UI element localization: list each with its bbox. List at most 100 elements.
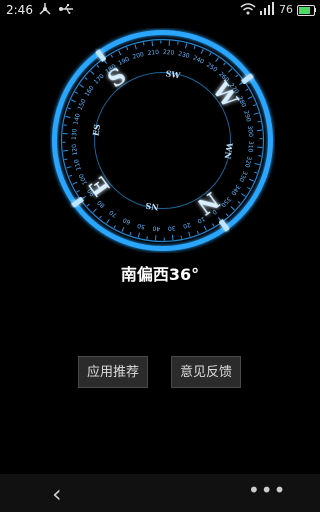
intercardinal-label: WN xyxy=(222,141,235,160)
outer-inner-ring xyxy=(60,38,265,243)
degree-tick xyxy=(142,42,145,46)
degree-tick xyxy=(184,43,188,49)
cardinal-label: W xyxy=(206,77,242,113)
status-time: 2:46 xyxy=(6,3,33,17)
feedback-button[interactable]: 意见反馈 xyxy=(171,356,241,388)
degree-tick xyxy=(215,57,219,63)
degree-label: 300 xyxy=(246,125,254,137)
degree-tick xyxy=(253,112,259,115)
degree-tick xyxy=(72,181,78,185)
degree-tick xyxy=(74,91,78,94)
degree-label: 110 xyxy=(73,158,83,171)
degree-tick xyxy=(203,225,207,231)
degree-tick xyxy=(180,235,183,239)
degree-tick xyxy=(230,206,235,211)
battery-icon xyxy=(297,5,315,16)
degree-label: 160 xyxy=(83,84,95,98)
intercardinal-label: SW xyxy=(165,68,182,80)
degree-tick xyxy=(228,68,233,73)
degree-tick xyxy=(235,74,239,78)
battery-fill xyxy=(299,7,310,14)
degree-tick xyxy=(188,231,191,237)
degree-label: 320 xyxy=(243,155,253,168)
degree-tick xyxy=(252,104,257,107)
degree-label: 100 xyxy=(78,172,89,186)
degree-label: 330 xyxy=(237,170,248,183)
degree-tick xyxy=(66,166,72,169)
degree-label: 240 xyxy=(192,55,205,66)
degree-label: 290 xyxy=(242,110,252,123)
degree-label: 130 xyxy=(71,128,79,140)
degree-tick xyxy=(245,88,249,91)
signal-icon xyxy=(259,2,275,19)
degree-tick xyxy=(99,215,102,219)
outer-ring xyxy=(52,30,273,251)
degree-label: 250 xyxy=(205,61,219,73)
degree-label: 20 xyxy=(182,221,191,230)
degree-label: 340 xyxy=(229,183,241,197)
degree-label: 10 xyxy=(196,215,206,225)
degree-label: 230 xyxy=(177,50,190,60)
degree-tick xyxy=(92,208,97,213)
more-icon[interactable]: ••• xyxy=(248,478,286,502)
cardinal-label: N xyxy=(192,186,224,219)
degree-tick xyxy=(240,193,246,197)
degree-tick xyxy=(129,232,132,236)
degree-tick xyxy=(90,70,95,75)
degree-label: 210 xyxy=(147,49,159,57)
heading-readout: 南偏西36° xyxy=(120,265,200,284)
degree-label: 60 xyxy=(122,216,132,226)
degree-tick xyxy=(70,99,76,103)
usb-icon xyxy=(58,2,74,19)
degree-label: 190 xyxy=(117,56,131,67)
degree-tick xyxy=(65,115,71,119)
degree-label: 120 xyxy=(71,143,79,155)
intercardinal-label: ES xyxy=(90,123,102,137)
degree-label: 40 xyxy=(152,225,160,233)
intercardinal-label: NS xyxy=(145,201,160,213)
usb-share-icon xyxy=(38,2,52,19)
degree-label: 310 xyxy=(246,141,254,153)
degree-tick xyxy=(193,45,196,49)
back-icon[interactable]: ‹ xyxy=(52,480,62,508)
degree-tick xyxy=(67,107,71,110)
degree-tick xyxy=(126,46,129,51)
degree-label: 140 xyxy=(72,113,82,126)
degree-tick xyxy=(118,50,122,56)
degree-tick xyxy=(151,40,154,47)
degree-tick xyxy=(225,213,229,217)
degree-tick xyxy=(106,218,110,224)
degree-tick xyxy=(257,120,261,123)
degree-tick xyxy=(247,96,253,100)
degree-label: 220 xyxy=(163,49,175,57)
degree-tick xyxy=(223,62,226,66)
degree-tick xyxy=(254,162,260,166)
degree-tick xyxy=(237,201,241,204)
compass-cardinal-labels: S WNE xyxy=(85,63,243,219)
navigation-bar: ‹ ••• xyxy=(0,474,320,512)
degree-tick xyxy=(196,230,199,235)
degree-tick xyxy=(249,178,255,182)
compass-rings xyxy=(52,30,273,251)
degree-tick xyxy=(110,54,113,58)
degree-tick xyxy=(86,203,90,207)
degree-label: 200 xyxy=(132,51,145,61)
degree-label: 70 xyxy=(108,208,118,218)
degree-label: 30 xyxy=(167,224,176,232)
degree-tick xyxy=(79,84,85,88)
battery-percent: 76 xyxy=(279,3,293,16)
wifi-icon xyxy=(240,2,256,19)
app-recommend-button[interactable]: 应用推荐 xyxy=(78,356,148,388)
degree-tick xyxy=(212,223,215,227)
degree-tick xyxy=(96,64,100,68)
degree-label: 80 xyxy=(96,199,106,209)
degree-tick xyxy=(256,129,263,132)
degree-label: 50 xyxy=(136,222,145,231)
degree-tick xyxy=(209,52,212,56)
degree-tick xyxy=(200,48,204,54)
degree-tick xyxy=(134,44,137,50)
degree-label: 150 xyxy=(77,98,88,111)
degree-tick xyxy=(62,149,69,152)
degree-tick xyxy=(137,232,141,238)
battery-cap xyxy=(314,8,316,12)
